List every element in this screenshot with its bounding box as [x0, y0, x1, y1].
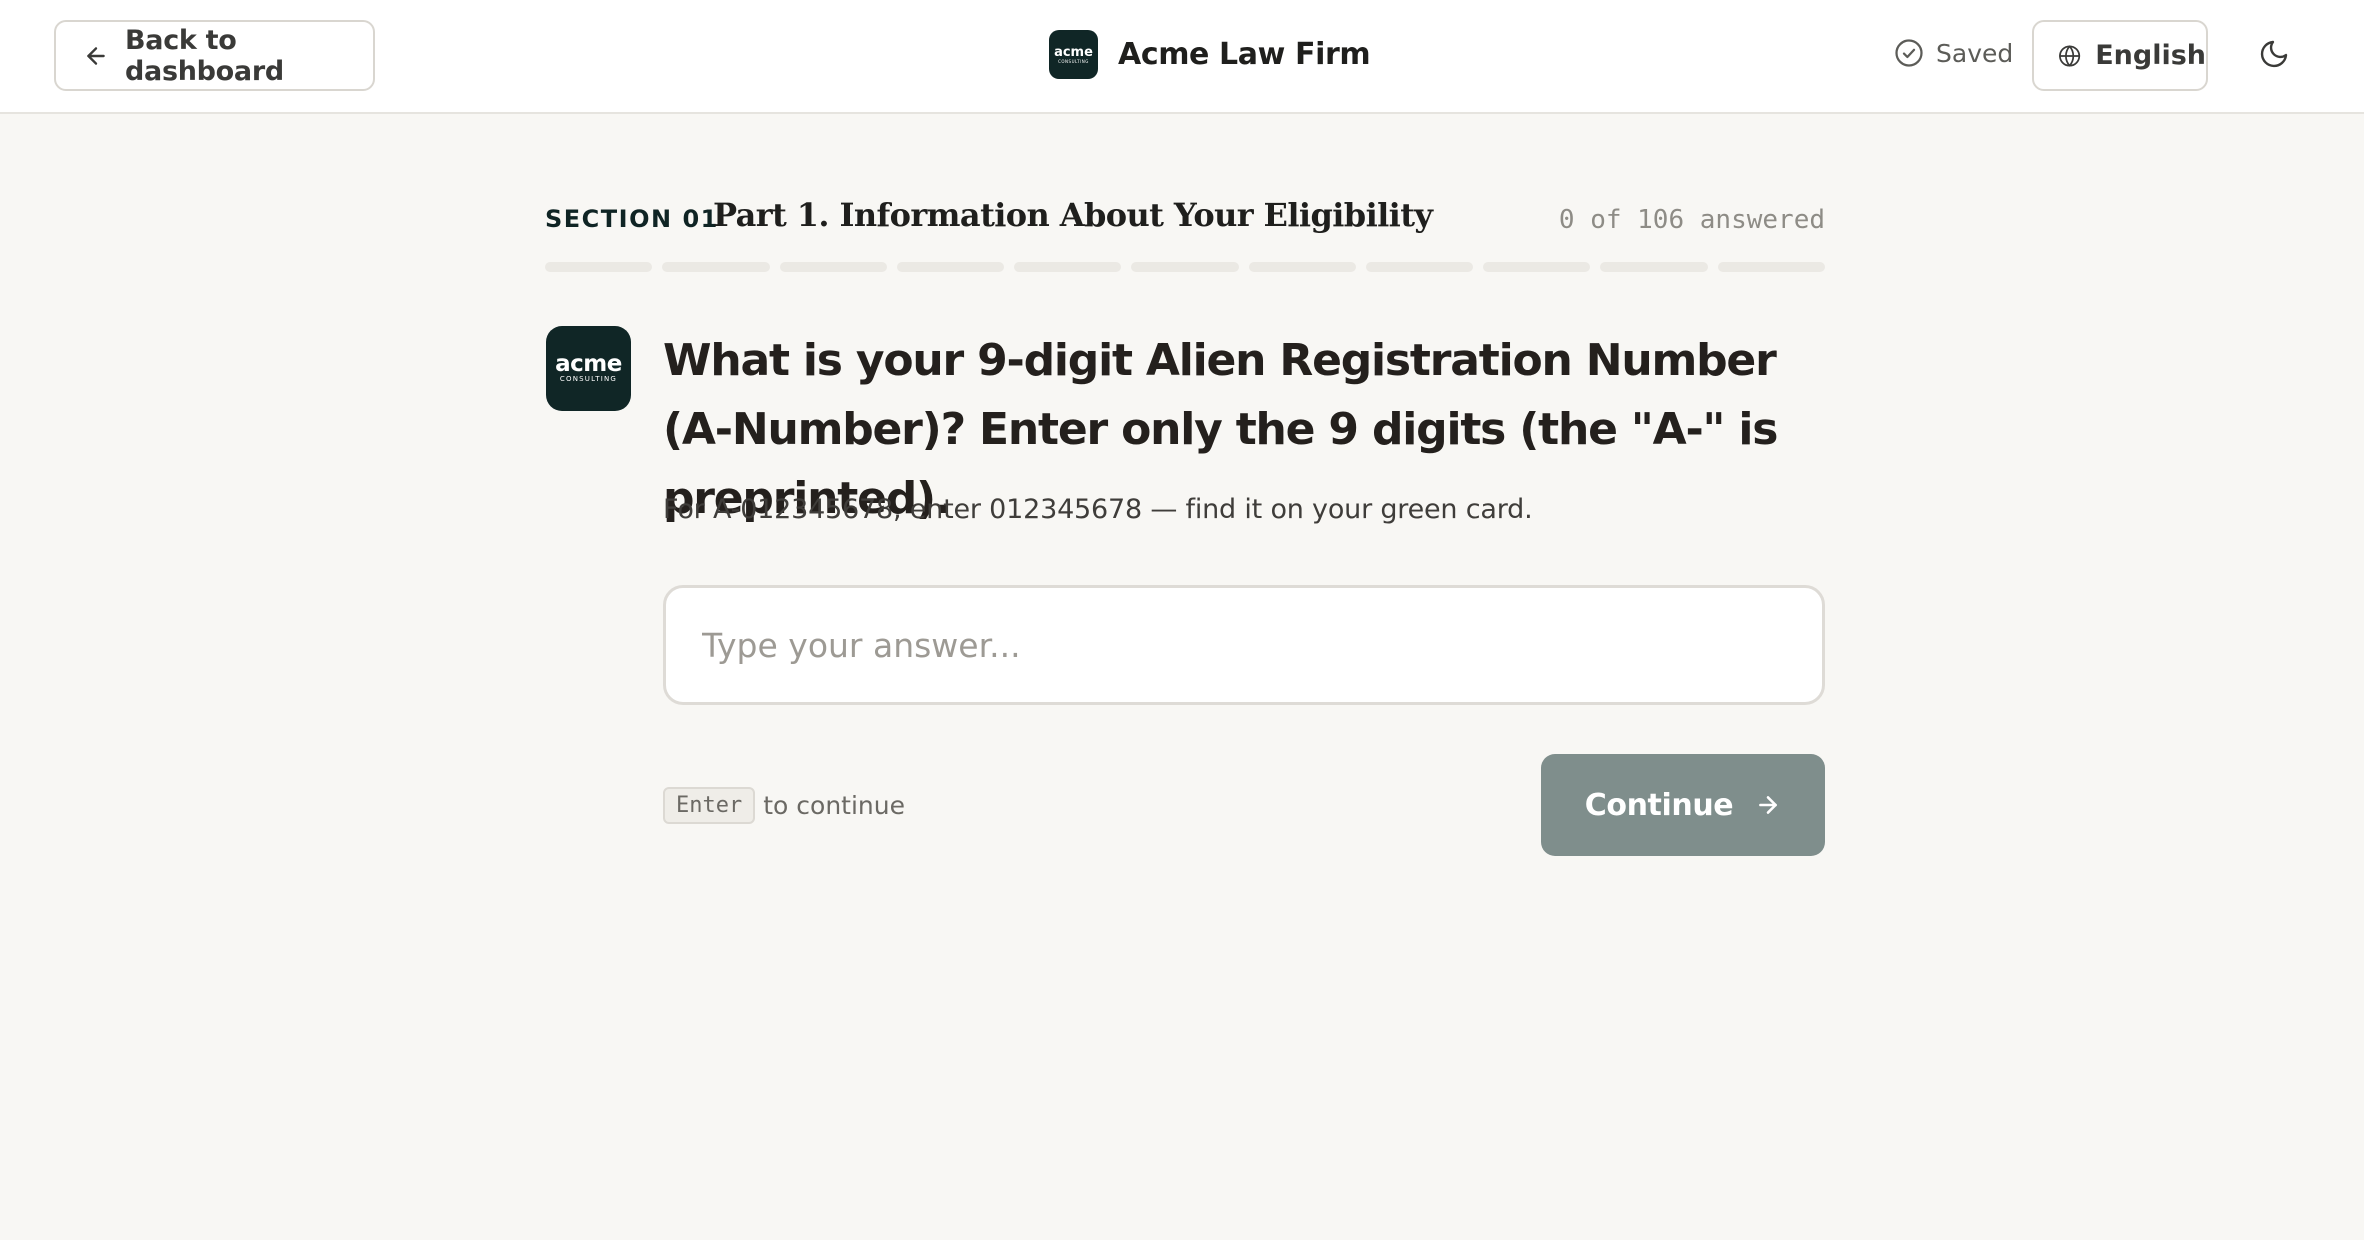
language-selector[interactable]: English	[2032, 20, 2208, 91]
brand: acme CONSULTING Acme Law Firm	[1049, 30, 1371, 79]
arrow-right-icon	[1759, 796, 1778, 814]
assistant-avatar: acme CONSULTING	[546, 326, 631, 411]
progress-segment	[1717, 262, 1825, 272]
enter-key-hint-text: to continue	[763, 791, 905, 820]
back-to-dashboard-label: Back to dashboard	[125, 24, 284, 87]
top-bar: Back to dashboard acme CONSULTING Acme L…	[0, 0, 2364, 114]
arrow-left-icon	[87, 46, 105, 65]
progress-count: 0 of 106 answered	[1558, 205, 1825, 235]
enter-key-hint: Enter to continue	[663, 787, 905, 824]
moon-icon	[2260, 40, 2288, 68]
progress-segment	[1600, 262, 1708, 272]
avatar-logo-word: acme	[555, 351, 622, 377]
progress-bar	[545, 262, 1825, 272]
avatar-logo-subword: CONSULTING	[559, 375, 618, 383]
check-circle-icon	[1895, 39, 1923, 67]
progress-segment	[1131, 262, 1239, 272]
progress-segment	[545, 262, 653, 272]
section-label: SECTION 01	[545, 205, 719, 233]
globe-icon	[2059, 44, 2081, 67]
saved-status: Saved	[1894, 38, 2013, 68]
back-to-dashboard-button[interactable]: Back to dashboard	[54, 20, 375, 91]
continue-label: Continue	[1584, 787, 1734, 823]
brand-logo: acme CONSULTING	[1049, 30, 1098, 79]
theme-toggle-button[interactable]	[2254, 34, 2294, 74]
progress-segment	[1365, 262, 1474, 272]
brand-logo-word: acme	[1054, 44, 1093, 60]
progress-segment	[779, 262, 887, 272]
progress-segment	[1014, 262, 1122, 272]
progress-segment	[662, 262, 770, 272]
language-label: English	[2095, 40, 2206, 71]
brand-logo-subword: CONSULTING	[1058, 58, 1089, 64]
question-hint: For A-012345678, enter 012345678 — find …	[663, 494, 1533, 525]
saved-label: Saved	[1936, 38, 2014, 68]
progress-segment	[1483, 262, 1591, 272]
answer-input[interactable]	[663, 585, 1825, 705]
brand-name: Acme Law Firm	[1118, 37, 1371, 72]
continue-button[interactable]: Continue	[1541, 754, 1825, 856]
progress-segment	[896, 262, 1005, 272]
section-title: Part 1. Information About Your Eligibili…	[713, 196, 1433, 234]
enter-key-badge: Enter	[663, 787, 756, 824]
progress-segment	[1248, 262, 1356, 272]
